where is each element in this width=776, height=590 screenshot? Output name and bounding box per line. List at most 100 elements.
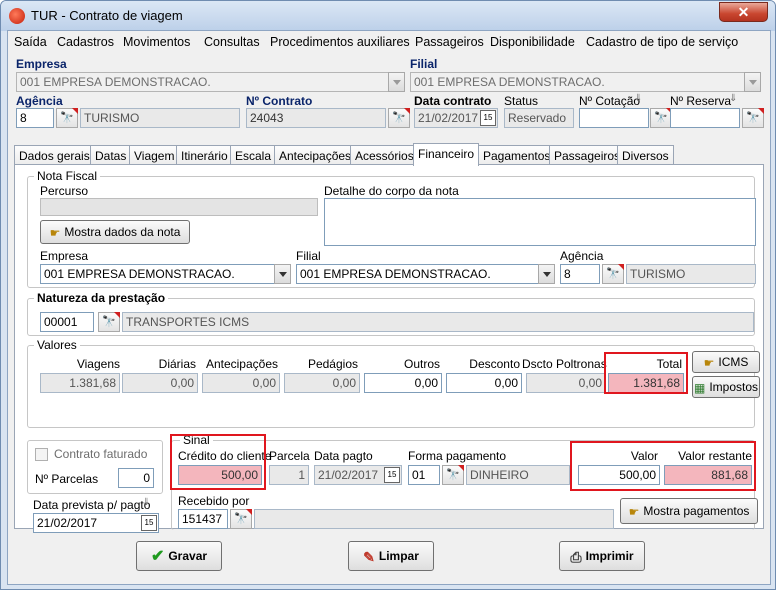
detalhe-textarea[interactable] — [324, 198, 756, 246]
valores-sinal-highlight-box — [570, 441, 756, 491]
dscto-poltronas-field: 0,00 — [526, 373, 606, 393]
mostra-dados-nota-label: Mostra dados da nota — [64, 225, 181, 239]
gravar-button[interactable]: ✔ Gravar — [136, 541, 222, 571]
financeiro-panel: Nota Fiscal Percurso Detalhe do corpo da… — [14, 164, 764, 533]
viagens-label: Viagens — [76, 357, 120, 371]
nota-fiscal-title: Nota Fiscal — [34, 169, 101, 183]
contrato-field[interactable]: 24043 — [246, 108, 386, 128]
agencia-lookup-icon[interactable]: 🔭 — [56, 108, 78, 128]
tab-antecipacoes[interactable]: Antecipações — [274, 145, 357, 165]
empresa-select[interactable]: 001 EMPRESA DEMONSTRACAO. — [16, 72, 390, 92]
menu-consultas[interactable]: Consultas — [204, 35, 260, 49]
menu-disponibilidade[interactable]: Disponibilidade — [490, 35, 575, 49]
tab-acessorios[interactable]: Acessórios — [350, 145, 419, 165]
recebido-code-field[interactable]: 151437 — [178, 509, 228, 529]
reserva-label: Nº Reserva — [670, 94, 732, 108]
forma-lookup-icon[interactable]: 🔭 — [442, 465, 464, 485]
filial-select[interactable]: 001 EMPRESA DEMONSTRACAO. — [410, 72, 746, 92]
impostos-button[interactable]: ▦ Impostos — [692, 376, 760, 398]
parcela-label: Parcela — [269, 449, 310, 463]
nota-agencia-lookup-icon[interactable]: 🔭 — [602, 264, 624, 284]
cotacao-field[interactable] — [579, 108, 649, 128]
calendar-icon[interactable]: 15 — [141, 515, 157, 531]
prevista-sort-icon: ⇓ — [142, 497, 151, 508]
hand-icon: ☛ — [703, 355, 715, 370]
menu-movimentos[interactable]: Movimentos — [123, 35, 190, 49]
reserva-sort-icon: ⇓ — [729, 93, 738, 104]
valores-title: Valores — [34, 338, 80, 352]
cotacao-lookup-icon[interactable]: 🔭 — [650, 108, 672, 128]
data-contrato-label: Data contrato — [414, 94, 492, 108]
contrato-label: Nº Contrato — [246, 94, 313, 108]
parcelas-field[interactable]: 0 — [118, 468, 154, 488]
calendar-icon[interactable]: 15 — [384, 467, 400, 483]
sinal-highlight-box — [170, 434, 266, 490]
menu-tipo-servico[interactable]: Cadastro de tipo de serviço — [586, 35, 738, 49]
icms-button[interactable]: ☛ ICMS — [692, 351, 760, 373]
reserva-lookup-icon[interactable]: 🔭 — [742, 108, 764, 128]
tab-passageiros[interactable]: Passageiros — [549, 145, 626, 165]
tab-datas[interactable]: Datas — [90, 145, 132, 165]
tab-itinerario[interactable]: Itinerário — [176, 145, 233, 165]
window-title: TUR - Contrato de viagem — [31, 8, 183, 23]
natureza-lookup-icon[interactable]: 🔭 — [98, 312, 120, 332]
imprimir-label: Imprimir — [585, 549, 634, 563]
natureza-group: Natureza da prestação 00001 🔭 TRANSPORTE… — [27, 291, 755, 336]
nota-empresa-select[interactable]: 001 EMPRESA DEMONSTRACAO. — [40, 264, 276, 284]
parcela-field: 1 — [269, 465, 309, 485]
calendar-icon[interactable]: 15 — [480, 110, 496, 126]
imprimir-button[interactable]: ⎙ Imprimir — [559, 541, 645, 571]
tab-diversos[interactable]: Diversos — [617, 145, 674, 165]
tab-financeiro[interactable]: Financeiro — [413, 143, 480, 166]
dscto-poltronas-label: Dscto Poltronas — [522, 357, 607, 371]
desconto-field[interactable]: 0,00 — [446, 373, 522, 393]
reserva-field[interactable] — [670, 108, 740, 128]
recebido-label: Recebido por — [178, 494, 250, 508]
tab-viagem[interactable]: Viagem — [129, 145, 180, 165]
nota-filial-dropdown-arrow[interactable] — [538, 264, 555, 284]
recebido-name-field — [254, 509, 614, 529]
empresa-dropdown-arrow[interactable] — [388, 72, 405, 92]
mostra-pagamentos-button[interactable]: ☛ Mostra pagamentos — [620, 498, 758, 524]
natureza-title: Natureza da prestação — [34, 291, 169, 305]
limpar-button[interactable]: ✎ Limpar — [348, 541, 434, 571]
close-button[interactable]: ✕ — [719, 2, 768, 22]
natureza-code-field[interactable]: 00001 — [40, 312, 94, 332]
parcelas-label: Nº Parcelas — [35, 472, 99, 486]
menu-saida[interactable]: Saída — [14, 35, 47, 49]
limpar-label: Limpar — [378, 549, 419, 563]
nota-filial-select[interactable]: 001 EMPRESA DEMONSTRACAO. — [296, 264, 540, 284]
hand-icon: ☛ — [49, 225, 61, 240]
menu-passageiros[interactable]: Passageiros — [415, 35, 484, 49]
tab-escala[interactable]: Escala — [230, 145, 277, 165]
diarias-label: Diárias — [158, 357, 196, 371]
antecipacoes-field: 0,00 — [202, 373, 280, 393]
forma-code-field[interactable]: 01 — [408, 465, 440, 485]
broom-icon: ✎ — [363, 548, 375, 565]
hand-icon: ☛ — [628, 504, 640, 519]
forma-pagamento-label: Forma pagamento — [408, 449, 507, 463]
antecipacoes-label: Antecipações — [205, 357, 278, 371]
menu-procedimentos[interactable]: Procedimentos auxiliares — [270, 35, 410, 49]
outros-field[interactable]: 0,00 — [364, 373, 442, 393]
status-field: Reservado — [504, 108, 574, 128]
faturado-checkbox[interactable] — [35, 448, 48, 461]
nota-empresa-dropdown-arrow[interactable] — [274, 264, 291, 284]
gravar-label: Gravar — [168, 549, 208, 563]
mostra-dados-nota-button[interactable]: ☛ Mostra dados da nota — [40, 220, 190, 244]
contrato-lookup-icon[interactable]: 🔭 — [388, 108, 410, 128]
cotacao-sort-icon: ⇓ — [634, 93, 643, 104]
tab-strip: Dados gerais Datas Viagem Itinerário Esc… — [14, 143, 764, 166]
nota-fiscal-group: Nota Fiscal Percurso Detalhe do corpo da… — [27, 169, 756, 288]
agencia-code-field[interactable]: 8 — [16, 108, 54, 128]
cotacao-label: Nº Cotação — [579, 94, 641, 108]
menu-cadastros[interactable]: Cadastros — [57, 35, 114, 49]
tab-dados-gerais[interactable]: Dados gerais — [14, 145, 95, 165]
tab-pagamentos[interactable]: Pagamentos — [478, 145, 556, 165]
recebido-lookup-icon[interactable]: 🔭 — [230, 509, 252, 529]
pedagios-field: 0,00 — [284, 373, 360, 393]
nota-agencia-code-field[interactable]: 8 — [560, 264, 600, 284]
filial-dropdown-arrow[interactable] — [744, 72, 761, 92]
outros-label: Outros — [403, 357, 440, 371]
diarias-field: 0,00 — [122, 373, 198, 393]
